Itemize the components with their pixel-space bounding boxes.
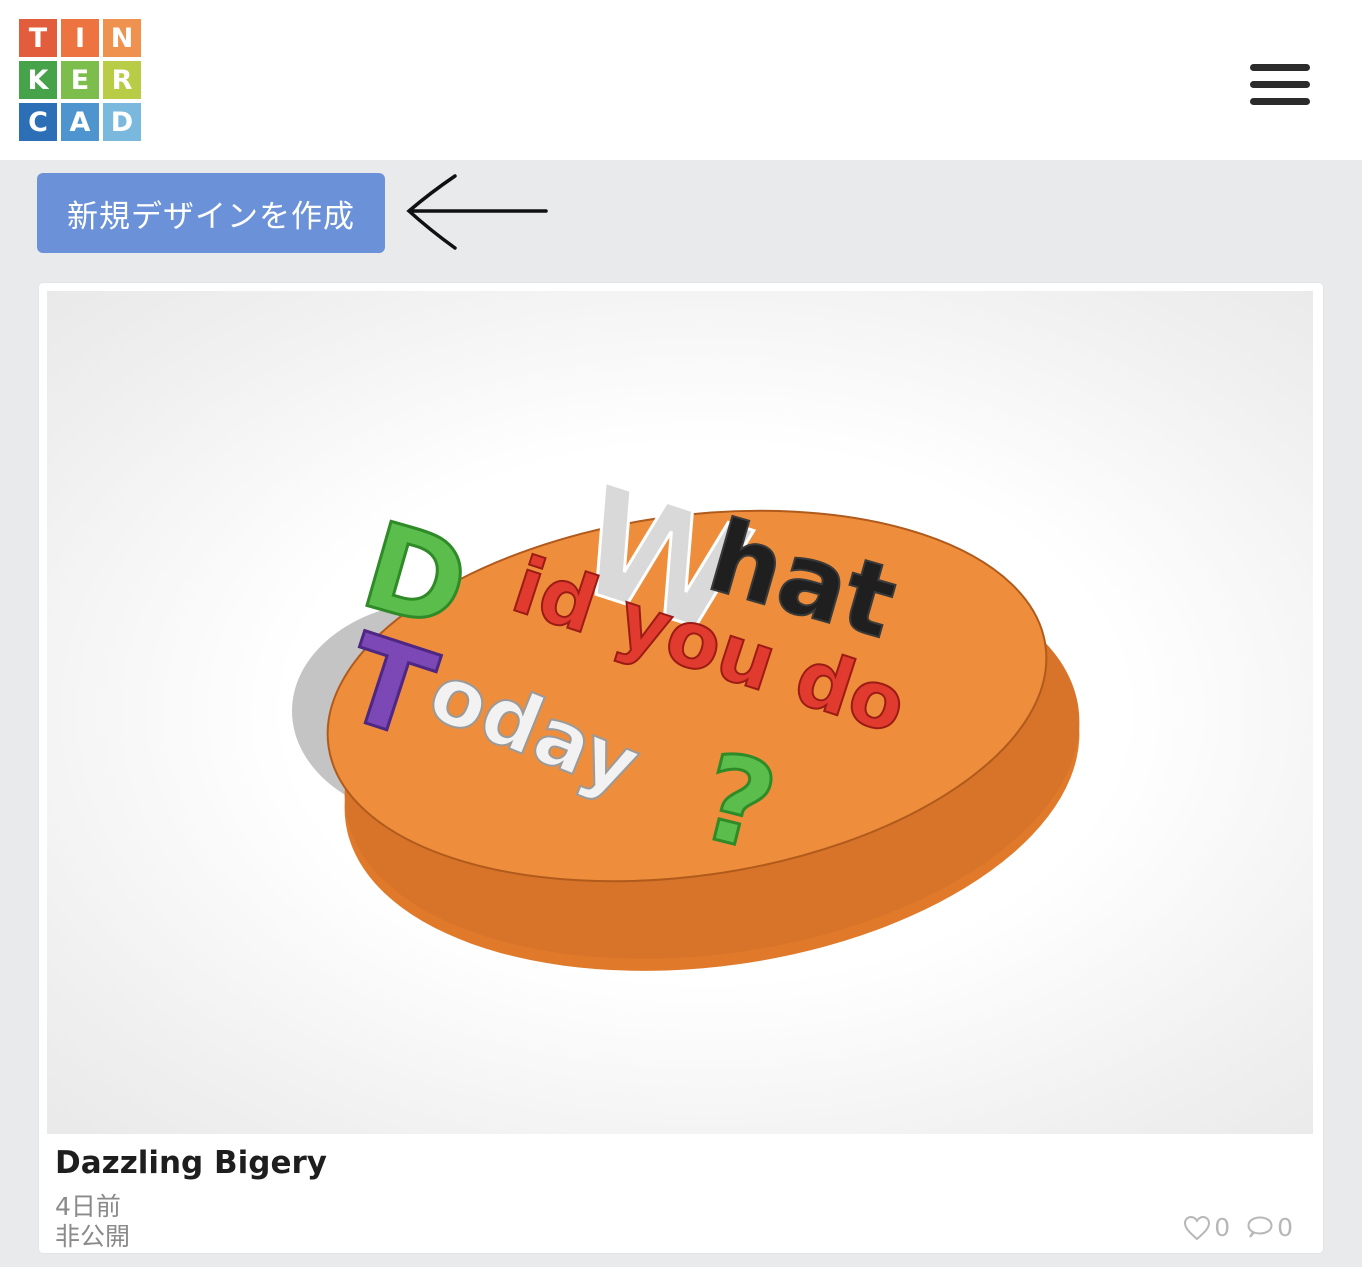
- like-count: 0: [1214, 1213, 1231, 1242]
- left-arrow-icon: [406, 174, 548, 250]
- design-title[interactable]: Dazzling Bigery: [55, 1145, 327, 1181]
- comment-count: 0: [1277, 1213, 1293, 1242]
- logo-tile: K: [19, 61, 57, 99]
- tinkercad-logo[interactable]: TIN KER CAD: [19, 19, 141, 141]
- menu-bar-line: [1250, 81, 1310, 88]
- logo-tile: N: [103, 19, 141, 57]
- heart-icon: [1184, 1215, 1211, 1240]
- logo-tile: D: [103, 103, 141, 141]
- logo-tile: R: [103, 61, 141, 99]
- design-thumbnail[interactable]: W hat D id you do T oday ?: [47, 291, 1313, 1134]
- comment-button[interactable]: 0: [1246, 1213, 1293, 1242]
- logo-tile: E: [61, 61, 99, 99]
- menu-bar-line: [1250, 64, 1310, 71]
- hamburger-menu-icon[interactable]: [1250, 64, 1312, 106]
- comment-icon: [1247, 1215, 1273, 1238]
- logo-tile: A: [61, 103, 99, 141]
- design-3d-preview: W hat D id you do T oday ?: [292, 452, 1080, 971]
- menu-bar-line: [1250, 98, 1310, 105]
- design-visibility: 非公開: [55, 1222, 131, 1251]
- top-bar: TIN KER CAD: [0, 0, 1362, 160]
- logo-tile: T: [19, 19, 57, 57]
- create-new-design-button[interactable]: 新規デザインを作成: [37, 173, 385, 253]
- logo-tile: I: [61, 19, 99, 57]
- logo-tile: C: [19, 103, 57, 141]
- like-button[interactable]: 0: [1183, 1213, 1230, 1242]
- design-card: W hat D id you do T oday ? Dazzling Bige…: [39, 283, 1323, 1253]
- design-stats: 0 0: [1183, 1213, 1293, 1242]
